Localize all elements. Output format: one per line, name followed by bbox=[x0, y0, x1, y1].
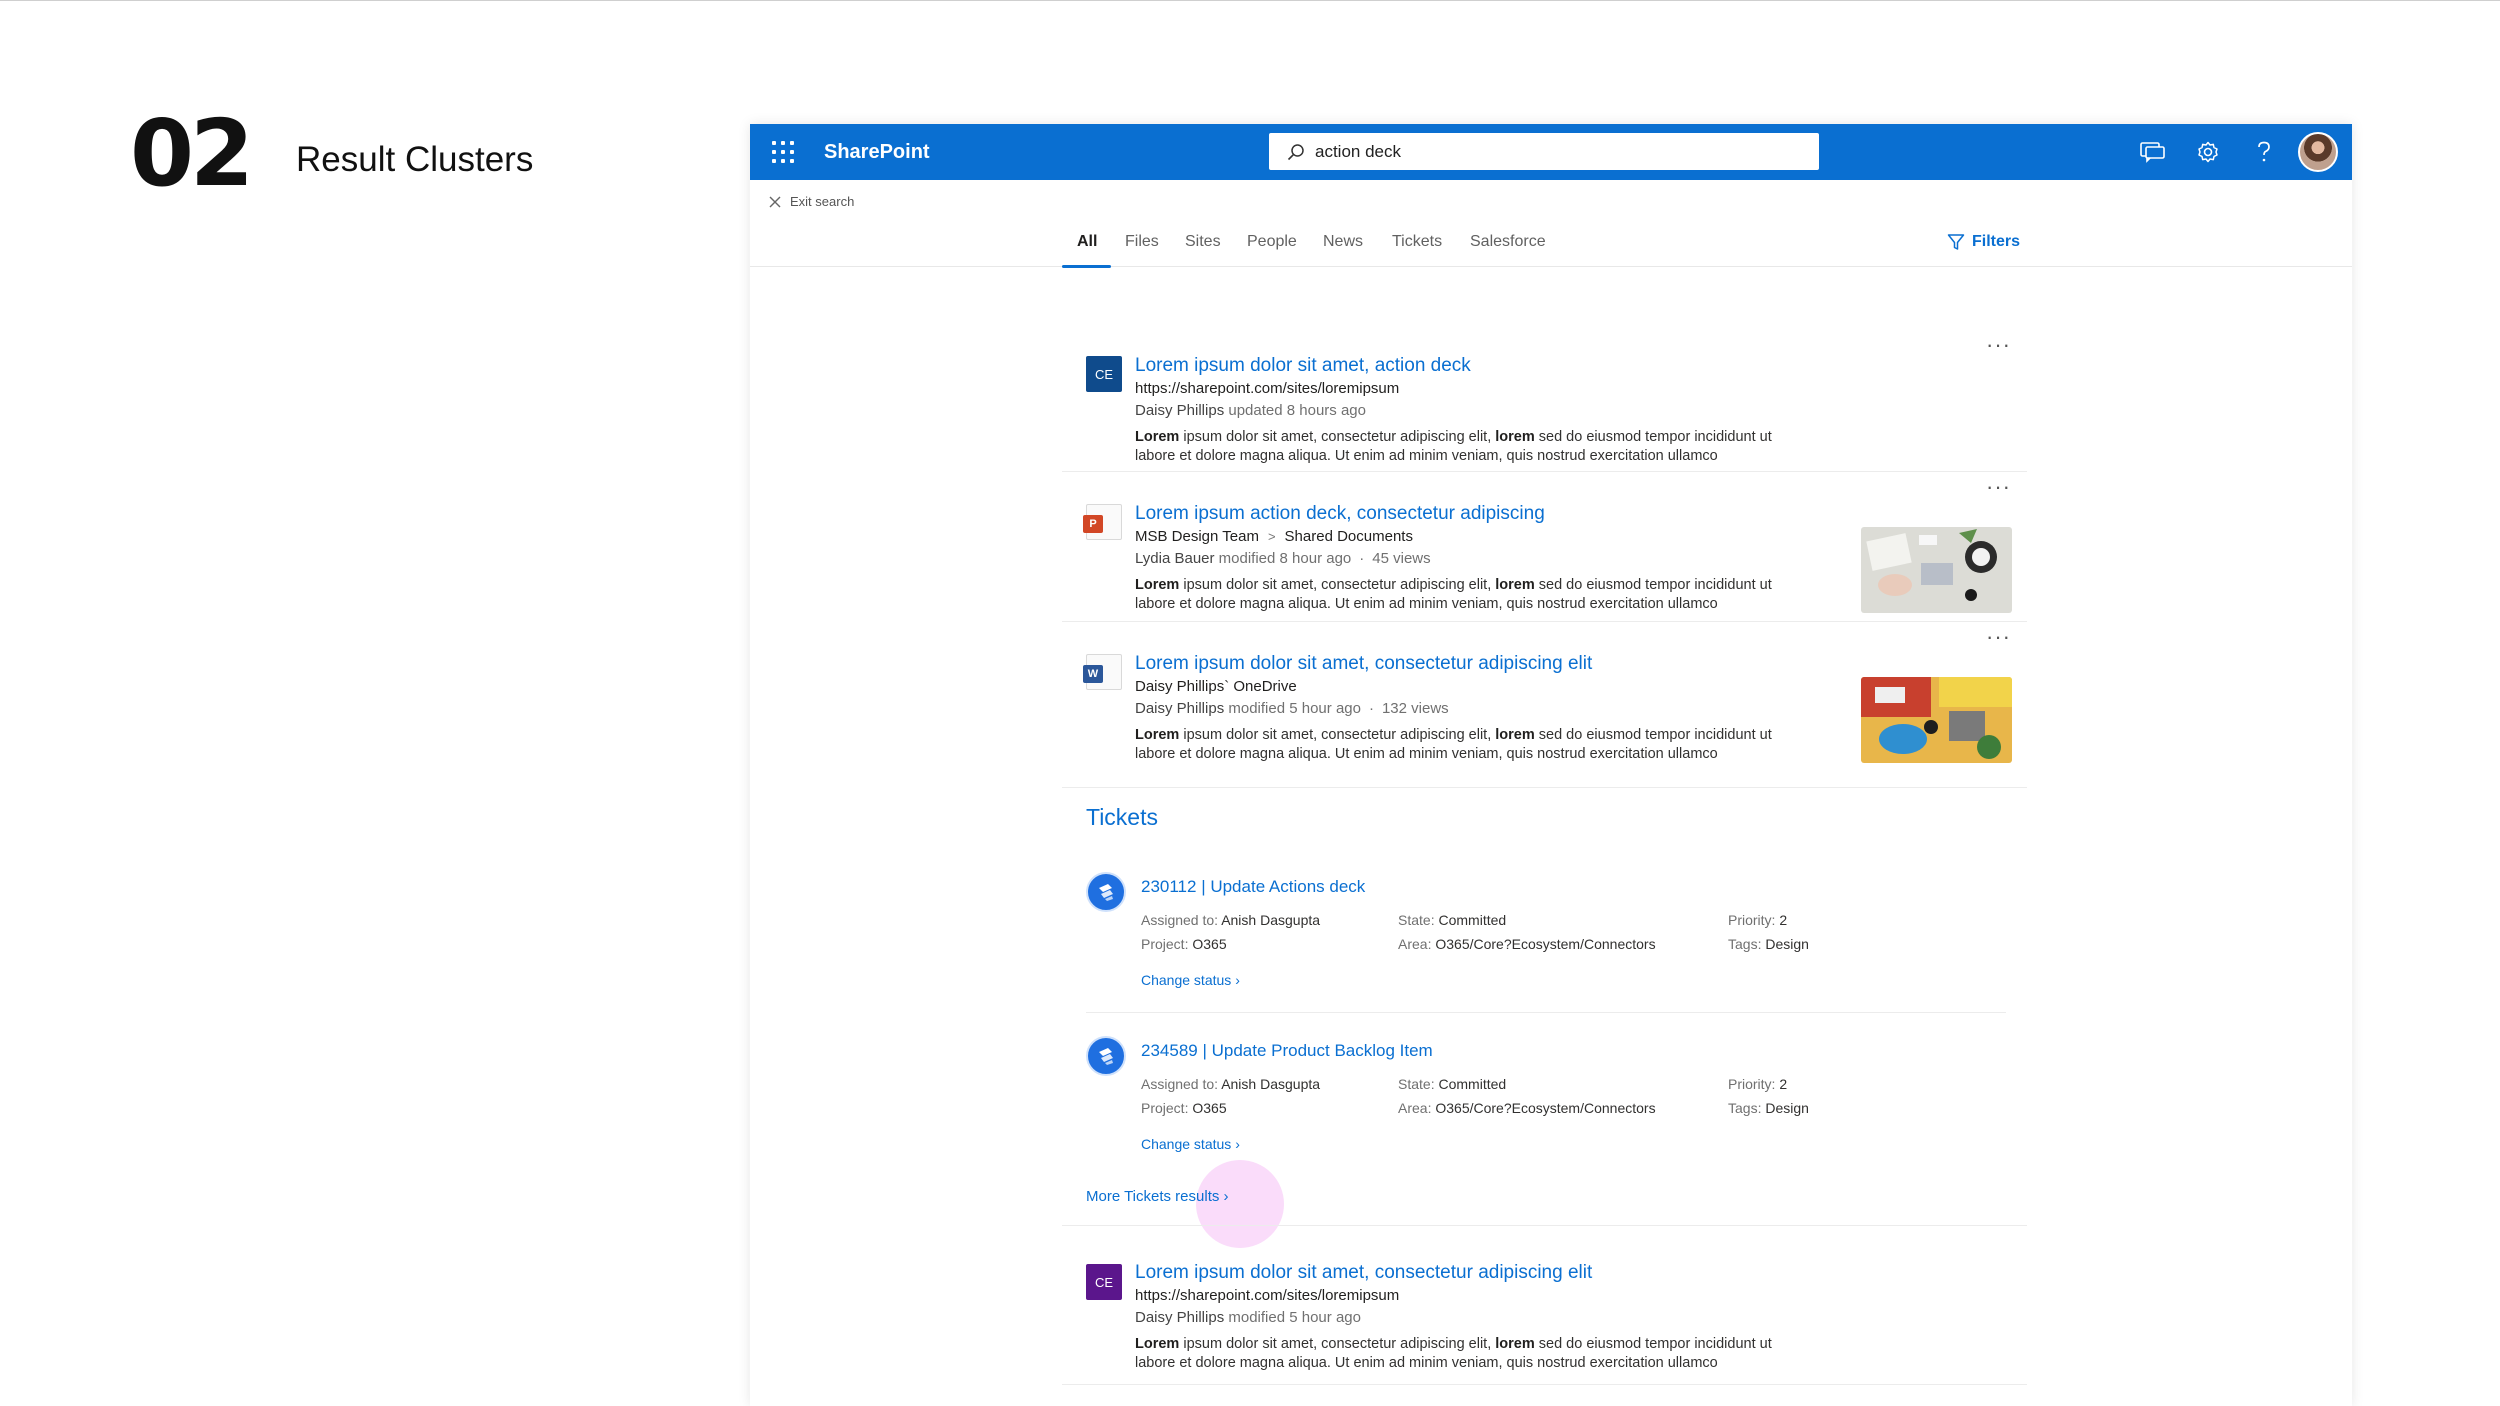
tab-news[interactable]: News bbox=[1323, 233, 1363, 251]
ticket-assigned: Assigned to: Anish Dasgupta bbox=[1141, 1076, 1321, 1092]
slide-title: Result Clusters bbox=[296, 140, 534, 179]
ticket-state: State: Committed bbox=[1398, 912, 1507, 928]
ticket-connector-icon bbox=[1086, 872, 1126, 912]
result-item[interactable]: CE Lorem ipsum dolor sit amet, consectet… bbox=[1062, 1225, 2027, 1385]
result-thumbnail[interactable] bbox=[1861, 677, 2012, 763]
filters-label: Filters bbox=[1971, 233, 2020, 250]
slide: 02 Result Clusters SharePoint action dec… bbox=[0, 0, 2500, 1406]
search-tabs: All Files Sites People News Tickets Sale… bbox=[750, 209, 2352, 268]
more-tickets-results-link[interactable]: More Tickets results › bbox=[1086, 1188, 1229, 1205]
tab-files[interactable]: Files bbox=[1125, 233, 1159, 251]
result-author[interactable]: Daisy Phillips bbox=[1135, 402, 1224, 419]
result-title[interactable]: Lorem ipsum dolor sit amet, consectetur … bbox=[1135, 1261, 1795, 1285]
change-status-link[interactable]: Change status › bbox=[1141, 1136, 1240, 1152]
result-title[interactable]: Lorem ipsum action deck, consectetur adi… bbox=[1135, 502, 1795, 526]
chevron-right-icon: › bbox=[1223, 1188, 1229, 1205]
chevron-right-icon: › bbox=[1235, 972, 1240, 988]
app-name[interactable]: SharePoint bbox=[824, 141, 930, 164]
slide-number: 02 bbox=[130, 100, 254, 207]
tab-people[interactable]: People bbox=[1247, 233, 1297, 251]
result-url: https://sharepoint.com/sites/loremipsum bbox=[1135, 380, 1400, 397]
result-path[interactable]: Daisy Phillips` OneDrive bbox=[1135, 676, 1795, 698]
tab-salesforce[interactable]: Salesforce bbox=[1470, 233, 1546, 251]
filters-button[interactable]: Filters bbox=[1947, 233, 2020, 251]
ticket-area: Area: O365/Core?Ecosystem/Connectors bbox=[1398, 936, 1656, 952]
ticket-priority: Priority: 2 bbox=[1728, 1076, 1788, 1092]
avatar[interactable] bbox=[2298, 132, 2338, 172]
result-views: 132 views bbox=[1381, 700, 1449, 717]
result-modified: updated 8 hours ago bbox=[1228, 402, 1366, 419]
path-chevron-icon: > bbox=[1267, 529, 1276, 544]
slide-header: 02 Result Clusters bbox=[130, 108, 533, 200]
path-segment[interactable]: Shared Documents bbox=[1285, 528, 1413, 545]
result-views: 45 views bbox=[1372, 550, 1431, 567]
powerpoint-file-icon: P bbox=[1083, 504, 1122, 540]
ticket-connector-icon bbox=[1086, 1036, 1126, 1076]
ticket-title[interactable]: 230112 | Update Actions deck bbox=[1141, 877, 1365, 897]
feedback-icon[interactable] bbox=[2124, 124, 2180, 180]
search-box[interactable]: action deck bbox=[1269, 133, 1819, 170]
result-snippet: Lorem ipsum dolor sit amet, consectetur … bbox=[1135, 1336, 1772, 1371]
result-meta: Daisy Phillips updated 8 hours ago bbox=[1135, 400, 1795, 422]
ticket-title[interactable]: 234589 | Update Product Backlog Item bbox=[1141, 1041, 1433, 1061]
tickets-heading: Tickets bbox=[1086, 804, 1158, 830]
result-snippet: Lorem ipsum dolor sit amet, consectetur … bbox=[1135, 429, 1772, 464]
suite-bar: SharePoint action deck bbox=[750, 124, 2352, 180]
change-status-link[interactable]: Change status › bbox=[1141, 972, 1240, 988]
ticket-state: State: Committed bbox=[1398, 1076, 1507, 1092]
result-meta: Daisy Phillips modified 5 hour ago · 132 v… bbox=[1135, 700, 1449, 717]
more-options-icon[interactable]: ··· bbox=[1986, 476, 2011, 498]
search-input[interactable]: action deck bbox=[1315, 142, 1401, 162]
filter-icon bbox=[1947, 234, 1965, 250]
result-url: https://sharepoint.com/sites/loremipsum bbox=[1135, 1287, 1400, 1304]
ticket-item: 234589 | Update Product Backlog Item Ass… bbox=[1086, 1036, 2006, 1166]
app-launcher-icon[interactable] bbox=[770, 139, 796, 165]
tab-tickets[interactable]: Tickets bbox=[1392, 233, 1442, 251]
top-divider bbox=[0, 0, 2500, 1]
more-options-icon[interactable]: ··· bbox=[1986, 626, 2011, 648]
close-icon bbox=[769, 196, 781, 207]
ticket-project: Project: O365 bbox=[1141, 936, 1227, 952]
suite-actions bbox=[2124, 124, 2338, 180]
result-author[interactable]: Daisy Phillips bbox=[1135, 700, 1224, 717]
help-icon[interactable] bbox=[2236, 124, 2292, 180]
result-author[interactable]: Daisy Phillips bbox=[1135, 1309, 1224, 1326]
ticket-tags: Tags: Design bbox=[1728, 936, 1809, 952]
site-icon: CE bbox=[1086, 356, 1122, 392]
chevron-right-icon: › bbox=[1235, 1136, 1240, 1152]
exit-search-link[interactable]: Exit search bbox=[768, 194, 2352, 209]
result-author[interactable]: Lydia Bauer bbox=[1135, 550, 1215, 567]
site-icon: CE bbox=[1086, 1264, 1122, 1300]
result-meta: Daisy Phillips modified 5 hour ago bbox=[1135, 1309, 1361, 1326]
tab-all[interactable]: All bbox=[1077, 233, 1097, 251]
result-title[interactable]: Lorem ipsum dolor sit amet, consectetur … bbox=[1135, 652, 1795, 676]
result-title[interactable]: Lorem ipsum dolor sit amet, action deck bbox=[1135, 354, 1795, 378]
ticket-divider bbox=[1086, 1012, 2006, 1013]
result-item[interactable]: P Lorem ipsum action deck, consectetur a… bbox=[1062, 472, 2027, 622]
ticket-assigned: Assigned to: Anish Dasgupta bbox=[1141, 912, 1321, 928]
result-path: MSB Design Team > Shared Documents bbox=[1135, 526, 1795, 548]
result-item[interactable]: CE Lorem ipsum dolor sit amet, action de… bbox=[1062, 326, 2027, 472]
search-icon bbox=[1287, 143, 1304, 160]
ticket-tags: Tags: Design bbox=[1728, 1100, 1809, 1116]
result-snippet: Lorem ipsum dolor sit amet, consectetur … bbox=[1135, 727, 1772, 762]
tab-sites[interactable]: Sites bbox=[1185, 233, 1221, 251]
result-item[interactable]: W Lorem ipsum dolor sit amet, consectetu… bbox=[1062, 622, 2027, 788]
path-segment[interactable]: MSB Design Team bbox=[1135, 528, 1259, 545]
sharepoint-window: SharePoint action deck Exit search All F… bbox=[750, 124, 2352, 1406]
more-options-icon[interactable]: ··· bbox=[1986, 334, 2011, 356]
ticket-item: 230112 | Update Actions deck Assigned to… bbox=[1086, 872, 2006, 1002]
active-tab-indicator bbox=[1062, 265, 1111, 268]
ticket-project: Project: O365 bbox=[1141, 1100, 1227, 1116]
result-thumbnail[interactable] bbox=[1861, 527, 2012, 613]
gear-icon[interactable] bbox=[2180, 124, 2236, 180]
result-snippet: Lorem ipsum dolor sit amet, consectetur … bbox=[1135, 577, 1772, 612]
ticket-priority: Priority: 2 bbox=[1728, 912, 1788, 928]
exit-search-label: Exit search bbox=[790, 194, 855, 209]
ticket-area: Area: O365/Core?Ecosystem/Connectors bbox=[1398, 1100, 1656, 1116]
result-meta: Lydia Bauer modified 8 hour ago · 45 views bbox=[1135, 550, 1431, 567]
word-file-icon: W bbox=[1083, 654, 1122, 690]
